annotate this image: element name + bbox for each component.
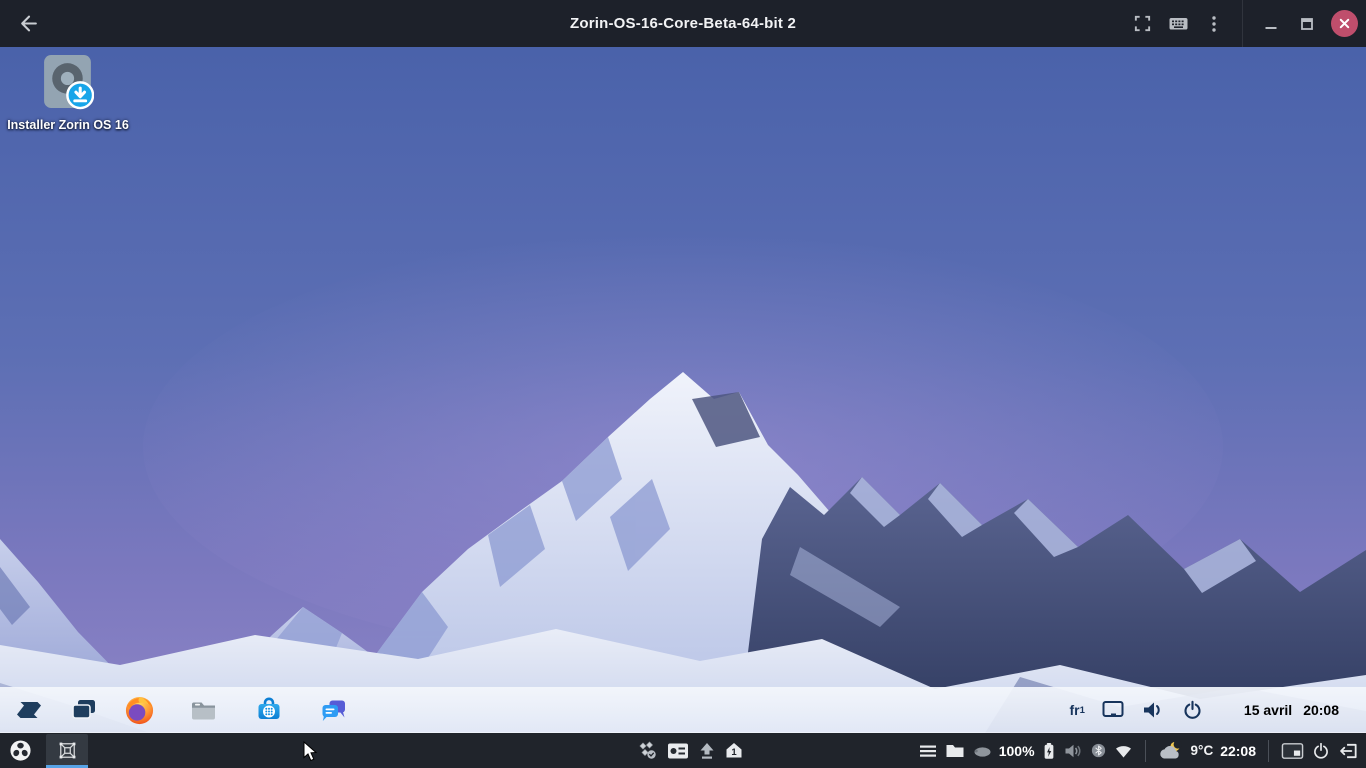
sync-check-icon: [636, 741, 658, 761]
messages-button[interactable]: [318, 692, 350, 728]
keyboard-layout-index: 1: [1080, 705, 1085, 716]
firefox-button[interactable]: [123, 692, 155, 728]
keyboard-button[interactable]: [1160, 0, 1196, 47]
maximize-button[interactable]: [1289, 0, 1325, 47]
back-arrow-icon: [18, 13, 39, 34]
tray-home-alert-button[interactable]: 1: [725, 733, 743, 768]
battery-charging-icon: [1042, 733, 1056, 768]
notes-applet-icon: [667, 741, 689, 761]
messages-icon: [319, 695, 349, 725]
status-separator: [1145, 740, 1146, 762]
tray-update-button[interactable]: [698, 733, 716, 768]
weather-temperature: 9°C: [1191, 743, 1214, 758]
logout-button[interactable]: [1338, 733, 1359, 768]
host-menu-button[interactable]: [918, 733, 938, 768]
titlebar-controls: [1124, 0, 1366, 47]
svg-text:1: 1: [731, 747, 737, 758]
keyboard-icon: [1168, 13, 1189, 34]
display-icon: [1101, 698, 1125, 722]
window-overview-button[interactable]: [68, 692, 100, 728]
menu-kebab-button[interactable]: [1196, 0, 1232, 47]
fullscreen-button[interactable]: [1124, 0, 1160, 47]
tray-sync-button[interactable]: [636, 733, 658, 768]
desktop-icon-installer[interactable]: Installer Zorin OS 16: [2, 53, 134, 132]
home-alert-icon: 1: [725, 741, 743, 761]
host-app-menu-button[interactable]: [0, 733, 40, 768]
logout-icon: [1338, 741, 1359, 761]
desktop-icon-label: Installer Zorin OS 16: [2, 118, 134, 132]
speaker-icon: [1141, 698, 1165, 722]
window-overview-icon: [69, 695, 99, 725]
zorin-date: 15 avril: [1244, 702, 1292, 718]
zorin-logo-icon: [14, 695, 44, 725]
wallpaper-mountain: [0, 47, 1366, 733]
keyboard-layout-code: fr: [1070, 702, 1080, 718]
files-button[interactable]: [188, 692, 220, 728]
host-speaker-icon: [1063, 742, 1083, 760]
fullscreen-icon: [1133, 14, 1152, 33]
app-menu-icon: [9, 739, 32, 762]
zorin-taskbar: fr1: [0, 687, 1366, 733]
keyboard-layout-indicator[interactable]: fr1: [1070, 702, 1085, 718]
zorin-taskbar-apps: [0, 692, 350, 728]
host-volume-button[interactable]: [1063, 733, 1083, 768]
zorin-menu-button[interactable]: [13, 692, 45, 728]
host-power-icon: [1311, 741, 1331, 761]
screen: Zorin-OS-16-Core-Beta-64-bit 2: [0, 0, 1366, 768]
display-indicator[interactable]: [1101, 698, 1125, 722]
zorin-taskbar-indicators: fr1: [1070, 698, 1366, 722]
software-store-icon: [254, 695, 284, 725]
host-clock[interactable]: 22:08: [1220, 733, 1256, 768]
titlebar-separator: [1242, 0, 1243, 47]
update-arrow-icon: [698, 741, 716, 761]
tray-notes-button[interactable]: [667, 733, 689, 768]
kebab-icon: [1205, 14, 1223, 34]
file-manager-button[interactable]: [945, 733, 965, 768]
boxes-icon: [58, 741, 77, 760]
minimize-icon: [1263, 16, 1279, 32]
show-desktop-button[interactable]: [1281, 733, 1304, 768]
close-button[interactable]: [1331, 10, 1358, 37]
power-icon: [1181, 698, 1204, 722]
folder-icon: [945, 742, 965, 760]
status-separator-2: [1268, 740, 1269, 762]
software-store-button[interactable]: [253, 692, 285, 728]
system-tray: 1: [636, 733, 743, 768]
wifi-button[interactable]: [1114, 733, 1133, 768]
bluetooth-icon: [1090, 742, 1107, 759]
volume-indicator[interactable]: [1141, 698, 1165, 722]
cloud-moon-icon: [1158, 740, 1184, 762]
host-taskbar: 1 100%: [0, 733, 1366, 768]
minimize-button[interactable]: [1253, 0, 1289, 47]
hamburger-icon: [918, 742, 938, 760]
task-gnome-boxes[interactable]: [46, 734, 88, 767]
maximize-icon: [1299, 16, 1315, 32]
host-power-button[interactable]: [1311, 733, 1331, 768]
close-icon: [1338, 17, 1351, 30]
zorin-clock[interactable]: 15 avril 20:08: [1244, 702, 1339, 718]
host-time: 22:08: [1220, 743, 1256, 759]
zorin-time: 20:08: [1303, 702, 1339, 718]
power-indicator[interactable]: [1181, 698, 1204, 722]
vm-titlebar: Zorin-OS-16-Core-Beta-64-bit 2: [0, 0, 1366, 47]
host-status-area: 100%: [918, 733, 1366, 768]
mouse-battery-percent: 100%: [999, 743, 1035, 759]
installer-drive-icon: [42, 53, 94, 116]
back-button[interactable]: [10, 0, 46, 47]
desktop[interactable]: Installer Zorin OS 16: [0, 47, 1366, 733]
wifi-icon: [1114, 743, 1133, 759]
files-folder-icon: [189, 695, 219, 725]
firefox-icon: [124, 695, 155, 726]
mouse-device-icon: [972, 733, 992, 768]
bluetooth-button[interactable]: [1090, 733, 1107, 768]
show-desktop-icon: [1281, 741, 1304, 761]
weather-widget[interactable]: [1158, 733, 1184, 768]
